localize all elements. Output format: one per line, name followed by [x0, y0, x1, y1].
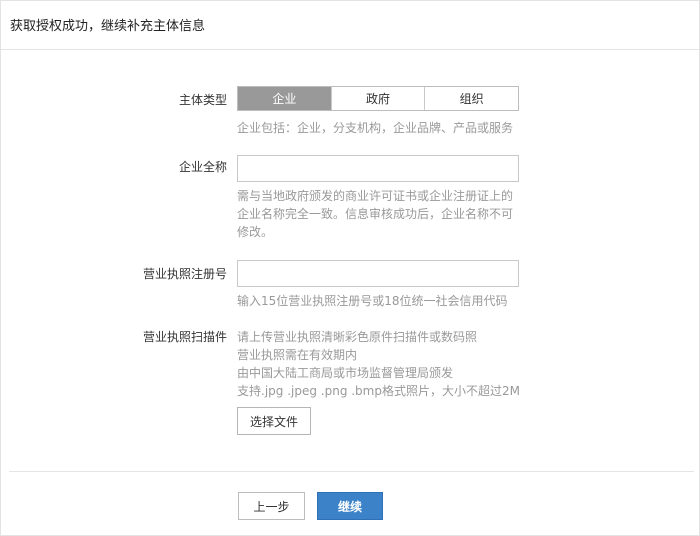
- license-number-hint: 输入15位营业执照注册号或18位统一社会信用代码: [237, 294, 508, 308]
- entity-type-option-government[interactable]: 政府: [331, 87, 426, 110]
- footer-divider: [9, 471, 694, 472]
- choose-file-button[interactable]: 选择文件: [237, 407, 311, 435]
- page-title: 获取授权成功，继续补充主体信息: [10, 19, 206, 34]
- license-scan-label: 营业执照扫描件: [142, 330, 227, 344]
- entity-type-option-organization[interactable]: 组织: [425, 87, 519, 110]
- company-name-input[interactable]: [237, 155, 519, 182]
- previous-step-button[interactable]: 上一步: [238, 492, 305, 520]
- page-header: 获取授权成功，继续补充主体信息: [1, 1, 699, 50]
- company-name-hint-line: 企业名称完全一致。信息审核成功后，企业名称不可: [237, 207, 514, 221]
- company-name-hint: 需与当地政府颁发的商业许可证书或企业注册证上的 企业名称完全一致。信息审核成功后…: [237, 187, 513, 241]
- license-number-input[interactable]: [237, 260, 519, 287]
- license-scan-hint-line: 请上传营业执照清晰彩色原件扫描件或数码照: [237, 330, 478, 344]
- license-scan-hint-line: 支持.jpg .jpeg .png .bmp格式照片，大小不超过2M: [237, 384, 520, 398]
- license-scan-hint-line: 由中国大陆工商局或市场监督管理局颁发: [237, 366, 454, 380]
- license-scan-hint-line: 营业执照需在有效期内: [237, 348, 358, 362]
- entity-type-hint: 企业包括：企业，分支机构，企业品牌、产品或服务: [237, 121, 514, 135]
- company-name-label: 企业全称: [178, 160, 227, 174]
- continue-button[interactable]: 继续: [317, 492, 383, 520]
- entity-type-option-company[interactable]: 企业: [238, 87, 332, 110]
- license-number-label: 营业执照注册号: [142, 267, 227, 281]
- license-scan-hint: 请上传营业执照清晰彩色原件扫描件或数码照 营业执照需在有效期内 由中国大陆工商局…: [237, 328, 520, 400]
- company-name-hint-line: 修改。: [237, 225, 274, 239]
- page-frame: 获取授权成功，继续补充主体信息 主体类型 企业 政府 组织 企业包括：企业，分支…: [0, 0, 700, 536]
- entity-type-label: 主体类型: [178, 93, 227, 107]
- entity-type-segmented-control: 企业 政府 组织: [237, 86, 519, 111]
- company-name-hint-line: 需与当地政府颁发的商业许可证书或企业注册证上的: [237, 189, 514, 203]
